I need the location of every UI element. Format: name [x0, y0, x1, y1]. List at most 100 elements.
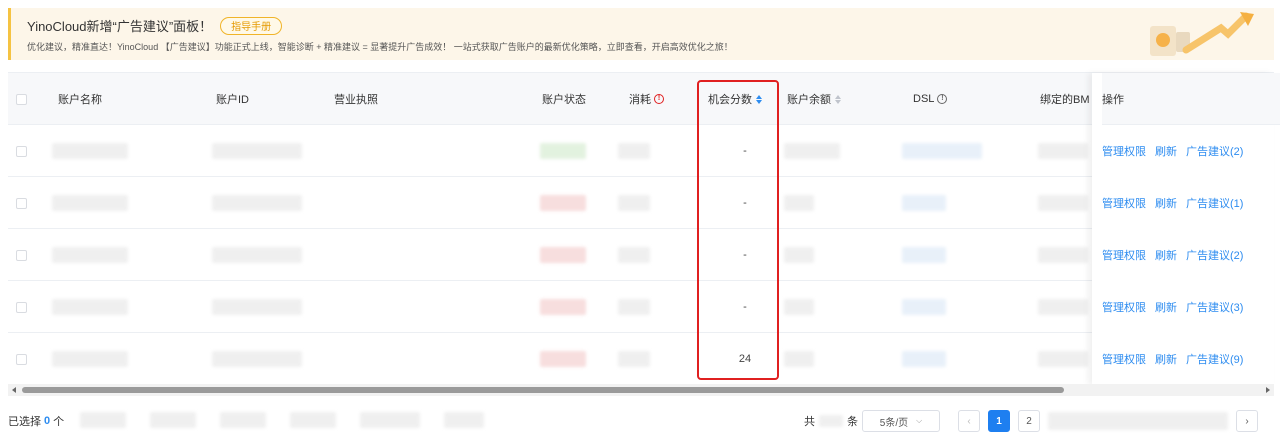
ad-suggestion-link[interactable]: 广告建议(9) — [1186, 351, 1243, 367]
horizontal-scrollbar[interactable] — [8, 384, 1274, 396]
opportunity-score-value: - — [743, 301, 747, 313]
table-row: - — [8, 177, 1274, 229]
page-size-select[interactable]: 5条/页 ⌵ — [862, 410, 940, 432]
header-dsl: DSL ! — [913, 73, 948, 125]
header-account-id: 账户ID — [216, 94, 249, 106]
select-all-checkbox[interactable] — [16, 93, 27, 105]
guide-manual-button[interactable]: 指导手册 — [220, 16, 283, 35]
header-bound-bm: 绑定的BM — [1040, 94, 1090, 106]
header-business-license: 营业执照 — [334, 94, 378, 106]
bound-bm-value — [1038, 351, 1088, 367]
manage-permissions-link[interactable]: 管理权限 — [1102, 143, 1146, 159]
growth-illustration-icon — [1150, 12, 1254, 56]
refresh-link[interactable]: 刷新 — [1155, 143, 1177, 159]
spend-value — [618, 247, 650, 263]
dsl-info-icon[interactable]: ! — [937, 94, 948, 104]
balance-value — [784, 299, 814, 315]
table-row: - — [8, 281, 1274, 333]
header-account-status: 账户状态 — [542, 94, 586, 106]
account-id-value — [212, 247, 302, 263]
page-1-button[interactable]: 1 — [988, 410, 1010, 432]
account-status-value — [540, 195, 586, 211]
bulk-action-button[interactable] — [444, 412, 484, 428]
bulk-action-button[interactable] — [360, 412, 420, 428]
scroll-right-arrow-icon[interactable] — [1266, 387, 1270, 393]
bound-bm-value — [1038, 299, 1088, 315]
bulk-actions — [80, 412, 484, 428]
refresh-link[interactable]: 刷新 — [1155, 299, 1177, 315]
header-actions: 操作 — [1102, 93, 1124, 106]
total-prefix: 共 — [804, 416, 815, 428]
manage-permissions-link[interactable]: 管理权限 — [1102, 299, 1146, 315]
ad-suggestion-link[interactable]: 广告建议(2) — [1186, 143, 1243, 159]
header-dsl-label: DSL — [913, 93, 935, 105]
account-name-value — [52, 351, 128, 367]
refresh-link[interactable]: 刷新 — [1155, 195, 1177, 211]
dsl-value — [902, 143, 982, 159]
account-id-value — [212, 195, 302, 211]
selection-summary: 已选择 0 个 — [8, 404, 64, 438]
manage-permissions-link[interactable]: 管理权限 — [1102, 247, 1146, 263]
header-opportunity-score[interactable]: 机会分数 — [708, 73, 762, 125]
header-spend: 消耗 ! — [629, 73, 664, 125]
row-checkbox[interactable] — [16, 145, 27, 157]
row-actions: 管理权限 刷新 广告建议(2) — [1102, 229, 1243, 281]
balance-value — [784, 351, 814, 367]
spend-value — [618, 299, 650, 315]
account-name-value — [52, 195, 128, 211]
row-checkbox[interactable] — [16, 353, 27, 365]
header-opportunity-score-label: 机会分数 — [708, 94, 752, 106]
page-size-value: 5条/页 — [879, 417, 909, 429]
row-actions: 管理权限 刷新 广告建议(2) — [1102, 125, 1243, 177]
bulk-action-button[interactable] — [290, 412, 336, 428]
manage-permissions-link[interactable]: 管理权限 — [1102, 351, 1146, 367]
row-checkbox[interactable] — [16, 301, 27, 313]
table-footer: 已选择 0 个 共 条 5条/页 ⌵ ‹ 1 2 › — [8, 404, 1274, 438]
total-count: 共 条 — [804, 410, 858, 432]
refresh-link[interactable]: 刷新 — [1155, 351, 1177, 367]
account-id-value — [212, 299, 302, 315]
spend-value — [618, 195, 650, 211]
table-row: 24 — [8, 333, 1274, 385]
account-id-value — [212, 143, 302, 159]
banner-description: 优化建议，精准直达！YinoCloud 【广告建议】功能正式上线，智能诊断 + … — [27, 42, 733, 52]
dsl-value — [902, 351, 946, 367]
next-page-button[interactable]: › — [1236, 410, 1258, 432]
sort-icon[interactable] — [835, 94, 841, 104]
header-account-name: 账户名称 — [58, 94, 102, 106]
selected-count: 0 — [44, 415, 51, 427]
spend-value — [618, 351, 650, 367]
balance-value — [784, 143, 840, 159]
pagination-more — [1048, 412, 1228, 430]
ad-suggestion-link[interactable]: 广告建议(1) — [1186, 195, 1243, 211]
scroll-thumb[interactable] — [22, 387, 1064, 393]
sort-icon[interactable] — [756, 94, 762, 104]
spend-info-icon[interactable]: ! — [654, 94, 664, 104]
row-checkbox[interactable] — [16, 197, 27, 209]
accounts-table: 账户名称 账户ID 营业执照 账户状态 消耗 ! 机会分数 账户余额 DSL !… — [8, 72, 1280, 385]
opportunity-score-value: - — [743, 249, 747, 261]
page-2-button[interactable]: 2 — [1018, 410, 1040, 432]
chevron-down-icon: ⌵ — [916, 416, 923, 425]
row-actions: 管理权限 刷新 广告建议(3) — [1102, 281, 1243, 333]
bulk-action-button[interactable] — [80, 412, 126, 428]
opportunity-score-value: - — [743, 197, 747, 209]
table-row: - — [8, 125, 1274, 177]
ad-suggestion-link[interactable]: 广告建议(3) — [1186, 299, 1243, 315]
header-account-balance-label: 账户余额 — [787, 94, 831, 106]
table-header: 账户名称 账户ID 营业执照 账户状态 消耗 ! 机会分数 账户余额 DSL !… — [8, 73, 1274, 125]
header-account-balance[interactable]: 账户余额 — [787, 73, 841, 125]
refresh-link[interactable]: 刷新 — [1155, 247, 1177, 263]
total-suffix: 条 — [847, 416, 858, 428]
bulk-action-button[interactable] — [220, 412, 266, 428]
account-status-value — [540, 351, 586, 367]
prev-page-button[interactable]: ‹ — [958, 410, 980, 432]
bulk-action-button[interactable] — [150, 412, 196, 428]
dsl-value — [902, 299, 946, 315]
ad-suggestion-link[interactable]: 广告建议(2) — [1186, 247, 1243, 263]
row-checkbox[interactable] — [16, 249, 27, 261]
chevron-left-icon: ‹ — [967, 415, 971, 427]
scroll-left-arrow-icon[interactable] — [12, 387, 16, 393]
manage-permissions-link[interactable]: 管理权限 — [1102, 195, 1146, 211]
opportunity-score-value: 24 — [738, 353, 752, 365]
